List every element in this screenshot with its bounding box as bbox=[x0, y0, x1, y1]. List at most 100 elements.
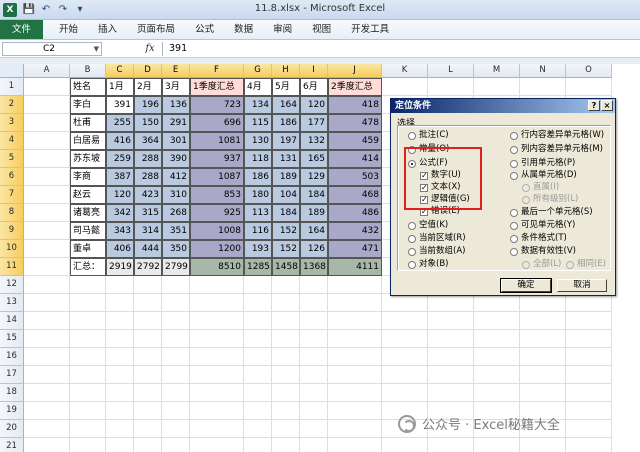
cell[interactable] bbox=[162, 420, 190, 438]
tab-0[interactable]: 文件 bbox=[0, 20, 44, 39]
row-header-9[interactable]: 9 bbox=[0, 222, 24, 240]
row-header-8[interactable]: 8 bbox=[0, 204, 24, 222]
cell[interactable] bbox=[244, 384, 272, 402]
cell[interactable] bbox=[134, 294, 162, 312]
cell[interactable] bbox=[134, 330, 162, 348]
dialog-title-bar[interactable]: 定位条件 ? × bbox=[391, 99, 615, 113]
cell[interactable] bbox=[134, 366, 162, 384]
help-button[interactable]: ? bbox=[588, 100, 600, 111]
row-header-17[interactable]: 17 bbox=[0, 366, 24, 384]
column-header-L[interactable]: L bbox=[428, 64, 474, 78]
table-cell[interactable]: 853 bbox=[190, 186, 244, 204]
table-cell[interactable]: 193 bbox=[244, 240, 272, 258]
radio-option-10[interactable]: 对象(B) bbox=[408, 259, 448, 270]
table-cell[interactable]: 351 bbox=[162, 222, 190, 240]
cell[interactable] bbox=[474, 330, 520, 348]
cell[interactable] bbox=[428, 366, 474, 384]
row-header-19[interactable]: 19 bbox=[0, 402, 24, 420]
cell[interactable] bbox=[190, 384, 244, 402]
table-cell[interactable]: 130 bbox=[244, 132, 272, 150]
table-cell[interactable]: 118 bbox=[244, 150, 272, 168]
radio-option-0[interactable]: 批注(C) bbox=[408, 130, 449, 141]
column-header-M[interactable]: M bbox=[474, 64, 520, 78]
cell[interactable] bbox=[566, 78, 612, 96]
column-header-O[interactable]: O bbox=[566, 64, 612, 78]
radio-button[interactable] bbox=[510, 145, 518, 154]
table-cell[interactable]: 司马懿 bbox=[70, 222, 106, 240]
cell[interactable] bbox=[300, 294, 328, 312]
cell[interactable] bbox=[190, 420, 244, 438]
radio-option-right-1[interactable]: 列内容差异单元格(M) bbox=[510, 144, 603, 155]
cell[interactable] bbox=[428, 78, 474, 96]
cell[interactable] bbox=[162, 384, 190, 402]
cell[interactable] bbox=[382, 348, 428, 366]
cell[interactable] bbox=[272, 366, 300, 384]
cell[interactable] bbox=[70, 312, 106, 330]
cell[interactable] bbox=[520, 384, 566, 402]
cell[interactable] bbox=[474, 384, 520, 402]
cell[interactable] bbox=[474, 78, 520, 96]
cell[interactable] bbox=[70, 402, 106, 420]
table-cell[interactable]: 288 bbox=[134, 150, 162, 168]
row-header-3[interactable]: 3 bbox=[0, 114, 24, 132]
table-cell[interactable]: 2792 bbox=[134, 258, 162, 276]
cell[interactable] bbox=[70, 366, 106, 384]
cell[interactable] bbox=[300, 366, 328, 384]
radio-button[interactable] bbox=[510, 159, 518, 168]
cell[interactable] bbox=[134, 384, 162, 402]
row-header-2[interactable]: 2 bbox=[0, 96, 24, 114]
cell[interactable] bbox=[70, 330, 106, 348]
row-header-11[interactable]: 11 bbox=[0, 258, 24, 276]
radio-option-right-7[interactable]: 可见单元格(Y) bbox=[510, 220, 575, 231]
cell[interactable] bbox=[520, 348, 566, 366]
row-header-20[interactable]: 20 bbox=[0, 420, 24, 438]
tab-4[interactable]: 公式 bbox=[185, 20, 224, 39]
row-header-18[interactable]: 18 bbox=[0, 384, 24, 402]
cell[interactable] bbox=[24, 132, 70, 150]
table-cell[interactable]: 2季度汇总 bbox=[328, 78, 382, 96]
cell[interactable] bbox=[190, 348, 244, 366]
cell[interactable] bbox=[300, 438, 328, 452]
table-cell[interactable]: 196 bbox=[134, 96, 162, 114]
table-cell[interactable]: 937 bbox=[190, 150, 244, 168]
table-cell[interactable]: 汇总： bbox=[70, 258, 106, 276]
cell[interactable] bbox=[474, 294, 520, 312]
cell[interactable] bbox=[24, 78, 70, 96]
tab-8[interactable]: 开发工具 bbox=[341, 20, 399, 39]
column-header-N[interactable]: N bbox=[520, 64, 566, 78]
radio-option-8[interactable]: 当前区域(R) bbox=[408, 233, 466, 244]
cell[interactable] bbox=[566, 366, 612, 384]
table-cell[interactable]: 177 bbox=[300, 114, 328, 132]
cell[interactable] bbox=[134, 348, 162, 366]
radio-option-right-9[interactable]: 数据有效性(V) bbox=[510, 246, 576, 257]
insert-function-icon[interactable]: fx bbox=[140, 42, 160, 56]
table-cell[interactable]: 129 bbox=[300, 168, 328, 186]
column-header-J[interactable]: J bbox=[328, 64, 382, 78]
table-cell[interactable]: 288 bbox=[134, 168, 162, 186]
table-cell[interactable]: 418 bbox=[328, 96, 382, 114]
cell[interactable] bbox=[328, 294, 382, 312]
table-cell[interactable]: 468 bbox=[328, 186, 382, 204]
radio-button[interactable] bbox=[510, 208, 518, 217]
cell[interactable] bbox=[520, 330, 566, 348]
cell[interactable] bbox=[566, 348, 612, 366]
table-cell[interactable]: 李白 bbox=[70, 96, 106, 114]
cell[interactable] bbox=[106, 402, 134, 420]
cell[interactable] bbox=[474, 348, 520, 366]
table-cell[interactable]: 364 bbox=[134, 132, 162, 150]
cell[interactable] bbox=[190, 312, 244, 330]
table-cell[interactable]: 1081 bbox=[190, 132, 244, 150]
table-cell[interactable]: 4111 bbox=[328, 258, 382, 276]
table-cell[interactable]: 350 bbox=[162, 240, 190, 258]
cell[interactable] bbox=[272, 438, 300, 452]
cell[interactable] bbox=[566, 438, 612, 452]
cell[interactable] bbox=[24, 204, 70, 222]
cell[interactable] bbox=[24, 258, 70, 276]
cell[interactable] bbox=[300, 312, 328, 330]
column-header-H[interactable]: H bbox=[272, 64, 300, 78]
cell[interactable] bbox=[328, 438, 382, 452]
cell[interactable] bbox=[428, 330, 474, 348]
cell[interactable] bbox=[520, 438, 566, 452]
cell[interactable] bbox=[106, 420, 134, 438]
table-cell[interactable]: 苏东坡 bbox=[70, 150, 106, 168]
